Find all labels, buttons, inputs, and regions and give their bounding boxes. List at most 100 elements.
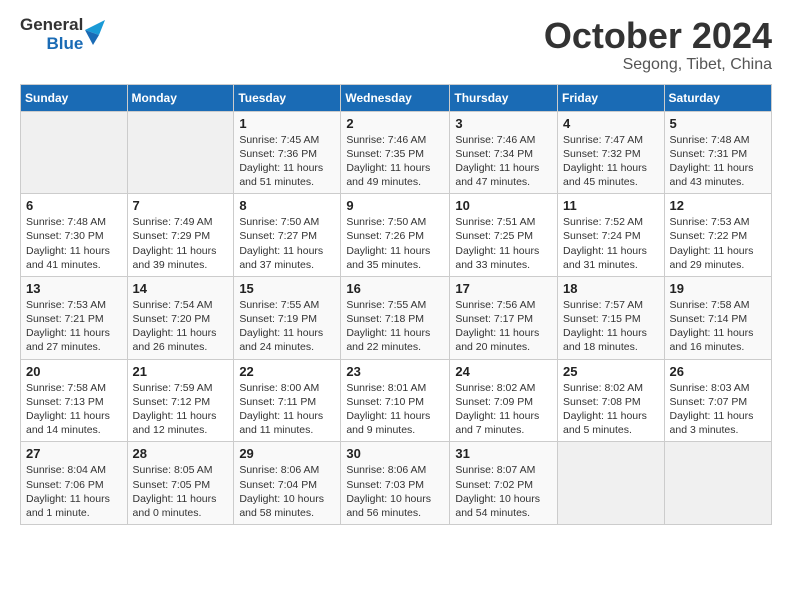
sunset-text: Sunset: 7:14 PM: [670, 312, 766, 326]
sunrise-text: Sunrise: 7:56 AM: [455, 298, 552, 312]
cell-day-number: 1: [239, 116, 335, 131]
sunset-text: Sunset: 7:08 PM: [563, 395, 659, 409]
cell-sun-info: Sunrise: 7:57 AMSunset: 7:15 PMDaylight:…: [563, 298, 659, 355]
table-row: 30Sunrise: 8:06 AMSunset: 7:03 PMDayligh…: [341, 442, 450, 525]
sunset-text: Sunset: 7:31 PM: [670, 147, 766, 161]
daylight-text: Daylight: 11 hours and 16 minutes.: [670, 326, 766, 354]
table-row: 18Sunrise: 7:57 AMSunset: 7:15 PMDayligh…: [558, 276, 665, 359]
cell-sun-info: Sunrise: 7:58 AMSunset: 7:14 PMDaylight:…: [670, 298, 766, 355]
sunrise-text: Sunrise: 7:58 AM: [670, 298, 766, 312]
calendar-week-row: 6Sunrise: 7:48 AMSunset: 7:30 PMDaylight…: [21, 194, 772, 277]
daylight-text: Daylight: 11 hours and 9 minutes.: [346, 409, 444, 437]
cell-day-number: 24: [455, 364, 552, 379]
daylight-text: Daylight: 11 hours and 49 minutes.: [346, 161, 444, 189]
sunset-text: Sunset: 7:29 PM: [133, 229, 229, 243]
sunrise-text: Sunrise: 7:52 AM: [563, 215, 659, 229]
table-row: 20 Sunrise: 7:58 AMSunset: 7:13 PMDayligh…: [21, 359, 128, 442]
table-row: 29Sunrise: 8:06 AMSunset: 7:04 PMDayligh…: [234, 442, 341, 525]
sunrise-text: Sunrise: 8:06 AM: [239, 463, 335, 477]
calendar-week-row: 1Sunrise: 7:45 AMSunset: 7:36 PMDaylight…: [21, 111, 772, 194]
cell-day-number: 20: [26, 364, 122, 379]
table-row: 16Sunrise: 7:55 AMSunset: 7:18 PMDayligh…: [341, 276, 450, 359]
table-row: 17 Sunrise: 7:56 AMSunset: 7:17 PMDayligh…: [450, 276, 558, 359]
sunrise-text: Sunrise: 8:02 AM: [563, 381, 659, 395]
col-tuesday: Tuesday: [234, 84, 341, 111]
daylight-text: Daylight: 11 hours and 27 minutes.: [26, 326, 122, 354]
table-row: 28Sunrise: 8:05 AMSunset: 7:05 PMDayligh…: [127, 442, 234, 525]
col-thursday: Thursday: [450, 84, 558, 111]
sunset-text: Sunset: 7:17 PM: [455, 312, 552, 326]
sunrise-text: Sunrise: 7:49 AM: [133, 215, 229, 229]
sunrise-text: Sunrise: 7:47 AM: [563, 133, 659, 147]
cell-day-number: 11: [563, 198, 659, 213]
cell-day-number: 27: [26, 446, 122, 461]
sunset-text: Sunset: 7:03 PM: [346, 478, 444, 492]
sunset-text: Sunset: 7:35 PM: [346, 147, 444, 161]
cell-sun-info: Sunrise: 7:47 AMSunset: 7:32 PMDaylight:…: [563, 133, 659, 190]
sunrise-text: Sunrise: 7:46 AM: [455, 133, 552, 147]
daylight-text: Daylight: 11 hours and 47 minutes.: [455, 161, 552, 189]
cell-day-number: 5: [670, 116, 766, 131]
sunrise-text: Sunrise: 7:48 AM: [26, 215, 122, 229]
cell-day-number: 7: [133, 198, 229, 213]
logo-bird-icon: [85, 20, 105, 50]
table-row: [21, 111, 128, 194]
daylight-text: Daylight: 11 hours and 31 minutes.: [563, 244, 659, 272]
daylight-text: Daylight: 11 hours and 1 minute.: [26, 492, 122, 520]
cell-sun-info: Sunrise: 8:02 AMSunset: 7:08 PMDaylight:…: [563, 381, 659, 438]
col-monday: Monday: [127, 84, 234, 111]
cell-day-number: 2: [346, 116, 444, 131]
table-row: 4Sunrise: 7:47 AMSunset: 7:32 PMDaylight…: [558, 111, 665, 194]
table-row: 15Sunrise: 7:55 AMSunset: 7:19 PMDayligh…: [234, 276, 341, 359]
table-row: 9Sunrise: 7:50 AMSunset: 7:26 PMDaylight…: [341, 194, 450, 277]
sunset-text: Sunset: 7:18 PM: [346, 312, 444, 326]
sunrise-text: Sunrise: 7:53 AM: [26, 298, 122, 312]
daylight-text: Daylight: 11 hours and 26 minutes.: [133, 326, 229, 354]
daylight-text: Daylight: 11 hours and 20 minutes.: [455, 326, 552, 354]
sunset-text: Sunset: 7:30 PM: [26, 229, 122, 243]
daylight-text: Daylight: 11 hours and 41 minutes.: [26, 244, 122, 272]
sunrise-text: Sunrise: 8:02 AM: [455, 381, 552, 395]
daylight-text: Daylight: 11 hours and 24 minutes.: [239, 326, 335, 354]
cell-day-number: 30: [346, 446, 444, 461]
cell-sun-info: Sunrise: 7:52 AMSunset: 7:24 PMDaylight:…: [563, 215, 659, 272]
cell-day-number: 12: [670, 198, 766, 213]
sunset-text: Sunset: 7:25 PM: [455, 229, 552, 243]
table-row: 11 Sunrise: 7:52 AMSunset: 7:24 PMDayligh…: [558, 194, 665, 277]
cell-sun-info: Sunrise: 8:04 AMSunset: 7:06 PMDaylight:…: [26, 463, 122, 520]
table-row: 5Sunrise: 7:48 AMSunset: 7:31 PMDaylight…: [664, 111, 771, 194]
table-row: 31Sunrise: 8:07 AMSunset: 7:02 PMDayligh…: [450, 442, 558, 525]
sunrise-text: Sunrise: 7:55 AM: [346, 298, 444, 312]
cell-day-number: 17: [455, 281, 552, 296]
daylight-text: Daylight: 11 hours and 37 minutes.: [239, 244, 335, 272]
table-row: 22Sunrise: 8:00 AMSunset: 7:11 PMDayligh…: [234, 359, 341, 442]
calendar-table: Sunday Monday Tuesday Wednesday Thursday…: [20, 84, 772, 525]
sunrise-text: Sunrise: 7:46 AM: [346, 133, 444, 147]
table-row: 10Sunrise: 7:51 AMSunset: 7:25 PMDayligh…: [450, 194, 558, 277]
cell-sun-info: Sunrise: 7:53 AMSunset: 7:21 PMDaylight:…: [26, 298, 122, 355]
calendar-week-row: 13Sunrise: 7:53 AMSunset: 7:21 PMDayligh…: [21, 276, 772, 359]
sunset-text: Sunset: 7:02 PM: [455, 478, 552, 492]
sunrise-text: Sunrise: 7:59 AM: [133, 381, 229, 395]
sunset-text: Sunset: 7:07 PM: [670, 395, 766, 409]
daylight-text: Daylight: 11 hours and 5 minutes.: [563, 409, 659, 437]
cell-sun-info: Sunrise: 8:03 AMSunset: 7:07 PMDaylight:…: [670, 381, 766, 438]
cell-sun-info: Sunrise: 8:01 AMSunset: 7:10 PMDaylight:…: [346, 381, 444, 438]
cell-sun-info: Sunrise: 8:00 AMSunset: 7:11 PMDaylight:…: [239, 381, 335, 438]
cell-day-number: 31: [455, 446, 552, 461]
table-row: 13Sunrise: 7:53 AMSunset: 7:21 PMDayligh…: [21, 276, 128, 359]
sunrise-text: Sunrise: 8:00 AM: [239, 381, 335, 395]
daylight-text: Daylight: 10 hours and 54 minutes.: [455, 492, 552, 520]
cell-day-number: 21: [133, 364, 229, 379]
sunrise-text: Sunrise: 8:05 AM: [133, 463, 229, 477]
cell-sun-info: Sunrise: 7:56 AMSunset: 7:17 PMDaylight:…: [455, 298, 552, 355]
sunset-text: Sunset: 7:15 PM: [563, 312, 659, 326]
sunset-text: Sunset: 7:36 PM: [239, 147, 335, 161]
sunset-text: Sunset: 7:21 PM: [26, 312, 122, 326]
daylight-text: Daylight: 11 hours and 11 minutes.: [239, 409, 335, 437]
sunrise-text: Sunrise: 8:03 AM: [670, 381, 766, 395]
cell-sun-info: Sunrise: 7:49 AMSunset: 7:29 PMDaylight:…: [133, 215, 229, 272]
cell-day-number: 16: [346, 281, 444, 296]
cell-sun-info: Sunrise: 7:58 AMSunset: 7:13 PMDaylight:…: [26, 381, 122, 438]
sunset-text: Sunset: 7:04 PM: [239, 478, 335, 492]
